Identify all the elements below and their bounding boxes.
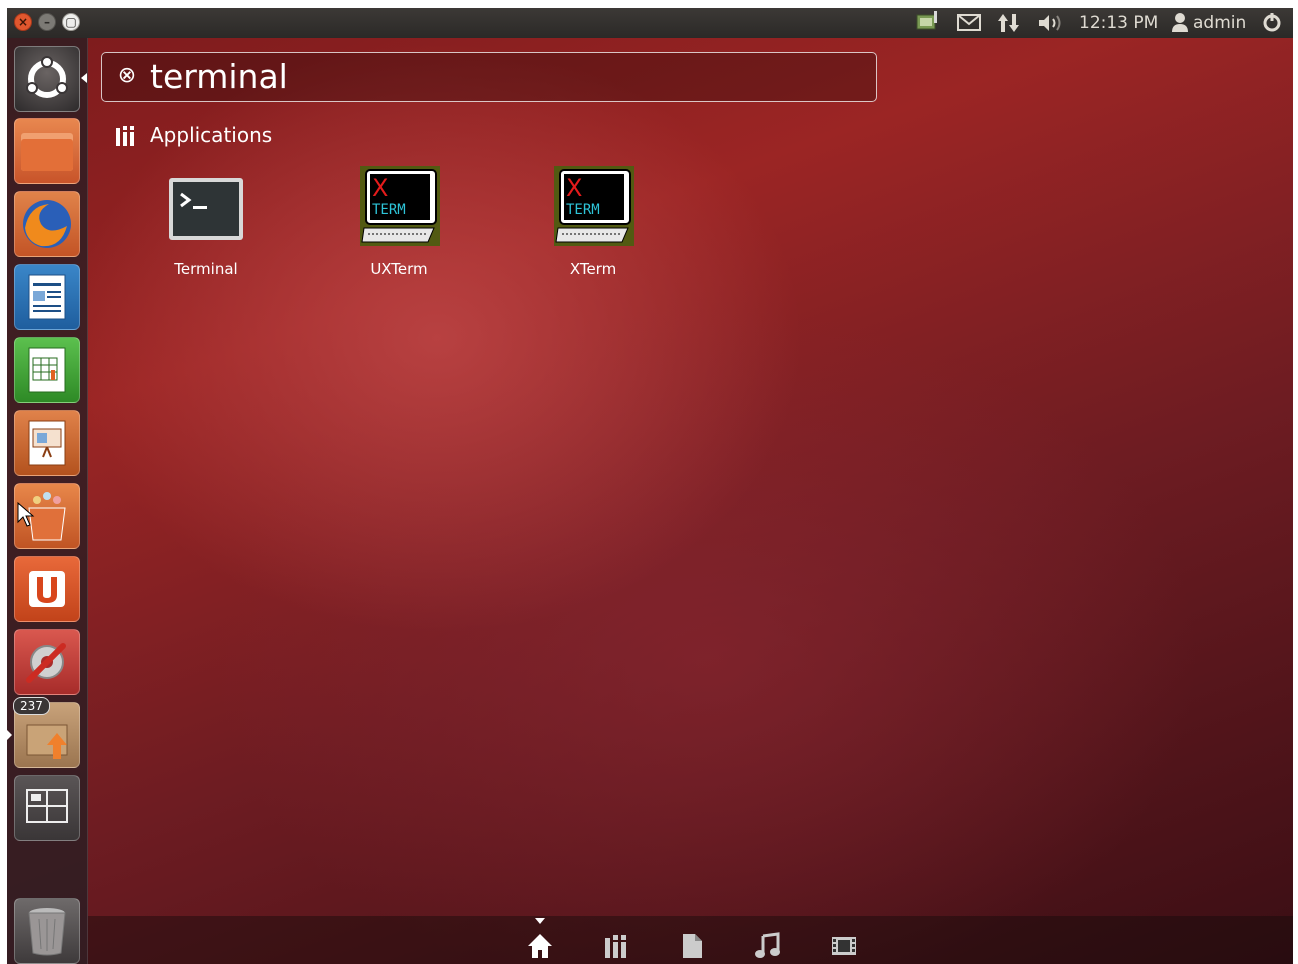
launcher-update-manager[interactable]: 237 xyxy=(13,697,80,768)
power-gear-icon xyxy=(1263,13,1281,32)
ubuntu-logo-icon xyxy=(26,56,68,98)
lens-applications[interactable] xyxy=(602,932,630,960)
active-lens-arrow-icon xyxy=(535,918,545,924)
lens-files[interactable] xyxy=(678,932,706,960)
minimize-icon: – xyxy=(44,15,50,29)
top-panel: × – ▢ 12:13 PM admin xyxy=(7,8,1293,38)
launcher-trash[interactable] xyxy=(14,898,80,964)
launcher-system-settings[interactable] xyxy=(14,629,80,695)
up-down-arrows-icon xyxy=(998,14,1019,32)
result-terminal[interactable]: Terminal xyxy=(141,166,271,286)
settings-wrench-icon xyxy=(26,643,66,683)
launcher: 237 xyxy=(7,38,88,964)
close-button[interactable]: × xyxy=(14,13,32,31)
desktop: × – ▢ 12:13 PM admin 237 ⊗ terminal Appl… xyxy=(7,8,1293,964)
clear-search-icon[interactable]: ⊗ xyxy=(114,63,140,89)
update-count-badge: 237 xyxy=(13,697,50,715)
maximize-button[interactable]: ▢ xyxy=(62,13,80,31)
launcher-dash-home[interactable] xyxy=(14,46,80,112)
result-label: Terminal xyxy=(174,260,238,278)
user-name[interactable]: admin xyxy=(1193,8,1253,38)
messaging-indicator[interactable] xyxy=(957,8,983,38)
libreoffice-writer-icon xyxy=(28,274,66,320)
running-app-indicator-icon xyxy=(7,730,12,740)
xterm-x-glyph: X xyxy=(566,174,582,202)
user-icon xyxy=(1172,13,1188,32)
minimize-button[interactable]: – xyxy=(38,13,56,31)
result-xterm[interactable]: X TERM XTerm xyxy=(528,166,658,286)
volume-icon xyxy=(1039,15,1061,31)
launcher-writer[interactable] xyxy=(14,264,80,330)
launcher-software-center[interactable] xyxy=(14,483,80,549)
category-label: Applications xyxy=(150,123,273,147)
lens-home[interactable] xyxy=(526,932,554,960)
result-uxterm[interactable]: X TERM UXTerm xyxy=(334,166,464,286)
launcher-impress[interactable] xyxy=(14,410,80,476)
close-icon: × xyxy=(17,15,29,29)
applications-icon xyxy=(116,126,134,146)
launcher-firefox[interactable] xyxy=(14,191,80,257)
libreoffice-calc-icon xyxy=(28,347,66,393)
envelope-icon xyxy=(957,14,981,31)
result-label: UXTerm xyxy=(370,260,428,278)
xterm-x-glyph: X xyxy=(372,174,388,202)
lens-bar xyxy=(88,916,1293,964)
xterm-icon: X TERM xyxy=(360,166,440,246)
network-indicator[interactable] xyxy=(915,8,943,38)
workspaces-icon xyxy=(26,789,68,823)
network-activity-indicator[interactable] xyxy=(997,8,1023,38)
maximize-icon: ▢ xyxy=(65,15,77,29)
music-note-icon xyxy=(755,932,780,958)
file-icon xyxy=(683,934,702,958)
search-input[interactable]: terminal xyxy=(150,57,288,97)
session-indicator[interactable] xyxy=(1261,8,1285,38)
libreoffice-impress-icon xyxy=(28,420,66,466)
dash-open-arrow-icon xyxy=(81,73,87,83)
user-indicator-icon-wrap[interactable] xyxy=(1171,8,1191,38)
lens-video[interactable] xyxy=(830,932,858,960)
clock[interactable]: 12:13 PM xyxy=(1079,8,1159,38)
applications-icon xyxy=(605,935,626,958)
xterm-icon: X TERM xyxy=(554,166,634,246)
network-icon xyxy=(916,11,937,30)
ubuntu-one-icon xyxy=(29,571,65,607)
film-icon xyxy=(832,937,856,955)
mouse-pointer-icon xyxy=(17,502,35,527)
lens-music[interactable] xyxy=(754,932,782,960)
sound-indicator[interactable] xyxy=(1037,8,1067,38)
folder-icon xyxy=(21,133,73,171)
result-label: XTerm xyxy=(569,260,617,278)
terminal-icon xyxy=(169,178,243,240)
launcher-ubuntu-one[interactable] xyxy=(14,556,80,622)
launcher-files[interactable] xyxy=(14,118,80,184)
home-icon xyxy=(528,934,552,958)
search-box[interactable]: ⊗ terminal xyxy=(101,52,877,102)
firefox-icon xyxy=(23,200,71,248)
xterm-term-glyph: TERM xyxy=(566,202,600,218)
xterm-term-glyph: TERM xyxy=(372,202,406,218)
trash-icon xyxy=(28,908,66,956)
launcher-workspace-switcher[interactable] xyxy=(14,775,80,841)
launcher-calc[interactable] xyxy=(14,337,80,403)
